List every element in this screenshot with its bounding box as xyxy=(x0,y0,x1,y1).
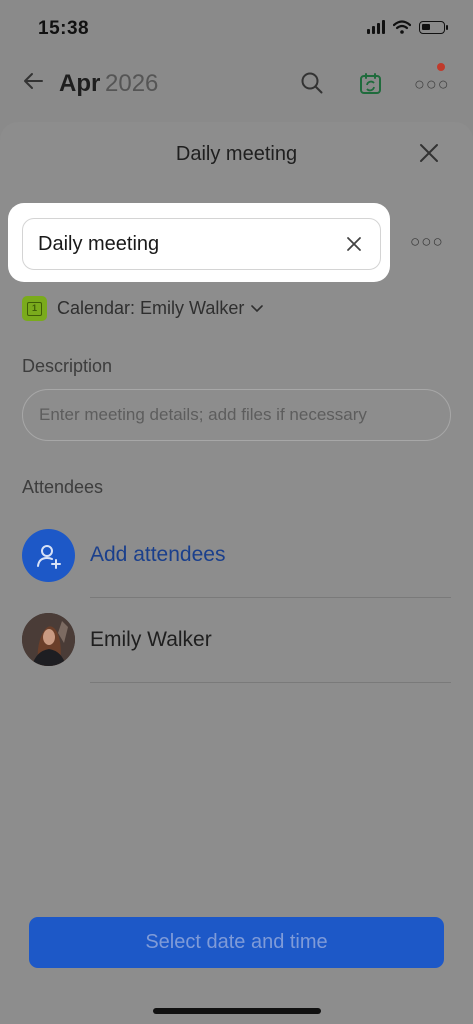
attendee-name: Emily Walker xyxy=(90,628,212,651)
close-icon[interactable] xyxy=(418,142,440,164)
status-icons xyxy=(367,20,448,34)
calendar-background: 15:38 Apr 2026 ○○○ xyxy=(0,0,473,140)
divider xyxy=(90,597,451,598)
calendar-selector[interactable]: 1 Calendar: Emily Walker xyxy=(22,296,264,321)
cellular-signal-icon xyxy=(367,20,385,34)
calendar-badge-icon: 1 xyxy=(22,296,47,321)
description-label: Description xyxy=(22,356,113,376)
arrow-left-icon[interactable] xyxy=(22,70,44,99)
attendee-row[interactable]: Emily Walker xyxy=(22,613,451,667)
home-indicator xyxy=(153,1008,321,1014)
meeting-title-value: Daily meeting xyxy=(38,233,160,255)
select-date-time-button[interactable]: Select date and time xyxy=(29,917,444,968)
add-person-icon xyxy=(22,529,75,582)
description-placeholder: Enter meeting details; add files if nece… xyxy=(39,405,367,424)
notification-dot xyxy=(437,63,445,71)
attendees-label: Attendees xyxy=(22,477,104,497)
divider xyxy=(90,682,451,683)
description-input[interactable]: Enter meeting details; add files if nece… xyxy=(22,389,451,441)
more-horizontal-icon[interactable]: ○○○ xyxy=(410,232,444,252)
meeting-title-input[interactable]: Daily meeting xyxy=(22,218,381,270)
battery-icon xyxy=(419,20,448,34)
add-attendees-button[interactable]: Add attendees xyxy=(22,529,451,583)
search-icon[interactable] xyxy=(301,72,323,94)
calendar-sync-icon[interactable] xyxy=(358,71,384,97)
add-attendees-label: Add attendees xyxy=(90,543,226,566)
calendar-label: Calendar: Emily Walker xyxy=(57,298,245,318)
chevron-down-icon xyxy=(251,304,264,312)
calendar-year[interactable]: 2026 xyxy=(105,70,158,98)
clear-icon[interactable] xyxy=(346,236,362,252)
status-time: 15:38 xyxy=(38,18,90,39)
more-horizontal-icon[interactable]: ○○○ xyxy=(414,74,450,95)
avatar xyxy=(22,613,75,666)
calendar-month[interactable]: Apr xyxy=(59,70,100,98)
select-date-time-label: Select date and time xyxy=(145,931,328,953)
sheet-title: Daily meeting xyxy=(175,143,298,165)
wifi-icon xyxy=(393,20,411,34)
